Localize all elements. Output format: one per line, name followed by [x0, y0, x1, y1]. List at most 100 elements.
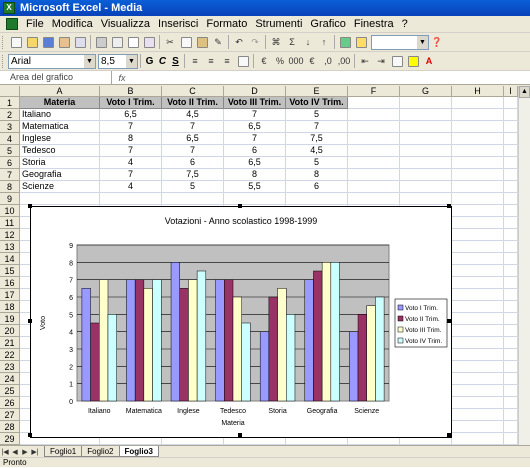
cell-a7[interactable]: Geografia [20, 169, 100, 181]
cell-i19[interactable] [504, 313, 518, 325]
cell-i14[interactable] [504, 253, 518, 265]
cell-e2[interactable]: 5 [286, 109, 348, 121]
cell-c4[interactable]: 6,5 [162, 133, 224, 145]
cell-e7[interactable]: 8 [286, 169, 348, 181]
cell-i12[interactable] [504, 229, 518, 241]
cell-c3[interactable]: 7 [162, 121, 224, 133]
column-header-a[interactable]: A [20, 86, 100, 97]
formula-input[interactable] [132, 71, 530, 84]
merge-center-icon[interactable] [236, 54, 250, 68]
column-header-c[interactable]: C [162, 86, 224, 97]
menu-grafico[interactable]: Grafico [306, 18, 349, 30]
cell-h26[interactable] [452, 397, 504, 409]
cell-h23[interactable] [452, 361, 504, 373]
chevron-down-icon[interactable]: ▼ [84, 54, 95, 68]
row-header-12[interactable]: 12 [0, 229, 20, 241]
chart-area[interactable]: Votazioni - Anno scolastico 1998-1999 0 1 2… [28, 204, 452, 438]
cell-h15[interactable] [452, 265, 504, 277]
row-header-15[interactable]: 15 [0, 265, 20, 277]
open-icon[interactable] [25, 35, 39, 49]
cell-i11[interactable] [504, 217, 518, 229]
cell-f2[interactable] [348, 109, 400, 121]
print-icon[interactable] [94, 35, 108, 49]
cell-h14[interactable] [452, 253, 504, 265]
first-sheet-icon[interactable]: |◀ [0, 448, 10, 456]
cell-a8[interactable]: Scienze [20, 181, 100, 193]
currency-icon[interactable]: € [257, 54, 271, 68]
scroll-up-icon[interactable]: ▲ [519, 86, 530, 98]
cell-g5[interactable] [400, 145, 452, 157]
cell-f8[interactable] [348, 181, 400, 193]
row-header-22[interactable]: 22 [0, 349, 20, 361]
column-header-i[interactable]: I [504, 86, 518, 97]
row-header-20[interactable]: 20 [0, 325, 20, 337]
cell-i17[interactable] [504, 289, 518, 301]
menu-formato[interactable]: Formato [202, 18, 251, 30]
cell-i5[interactable] [504, 145, 518, 157]
euro-icon[interactable]: € [305, 54, 319, 68]
cell-a9[interactable] [20, 193, 100, 205]
cell-h18[interactable] [452, 301, 504, 313]
cell-h2[interactable] [452, 109, 504, 121]
row-header-26[interactable]: 26 [0, 397, 20, 409]
align-center-icon[interactable]: ≡ [204, 54, 218, 68]
cell-i6[interactable] [504, 157, 518, 169]
row-header-25[interactable]: 25 [0, 385, 20, 397]
chart-wizard-icon[interactable] [338, 35, 352, 49]
cell-d3[interactable]: 6,5 [224, 121, 286, 133]
cell-g6[interactable] [400, 157, 452, 169]
menu-modifica[interactable]: Modifica [48, 18, 97, 30]
cell-f9[interactable] [348, 193, 400, 205]
cell-d8[interactable]: 5,5 [224, 181, 286, 193]
sort-ascending-icon[interactable]: ↓ [301, 35, 315, 49]
row-header-5[interactable]: 5 [0, 145, 20, 157]
chevron-down-icon[interactable]: ▼ [126, 54, 137, 68]
paste-icon[interactable] [195, 35, 209, 49]
row-header-4[interactable]: 4 [0, 133, 20, 145]
row-header-17[interactable]: 17 [0, 289, 20, 301]
column-header-e[interactable]: E [286, 86, 348, 97]
cell-i10[interactable] [504, 205, 518, 217]
fill-color-icon[interactable] [406, 54, 420, 68]
cell-i18[interactable] [504, 301, 518, 313]
cell-f1[interactable] [348, 97, 400, 109]
cell-g8[interactable] [400, 181, 452, 193]
cell-h11[interactable] [452, 217, 504, 229]
cell-h4[interactable] [452, 133, 504, 145]
toolbar-grip[interactable] [2, 54, 5, 68]
cell-a5[interactable]: Tedesco [20, 145, 100, 157]
zoom-combo[interactable]: ▼ [371, 34, 429, 50]
align-left-icon[interactable]: ≡ [188, 54, 202, 68]
increase-decimal-icon[interactable]: ,0 [321, 54, 335, 68]
cell-h29[interactable] [452, 433, 504, 445]
row-header-14[interactable]: 14 [0, 253, 20, 265]
bold-button[interactable]: G [143, 56, 156, 67]
cell-d5[interactable]: 6 [224, 145, 286, 157]
cell-c8[interactable]: 5 [162, 181, 224, 193]
cell-d9[interactable] [224, 193, 286, 205]
column-header-f[interactable]: F [348, 86, 400, 97]
row-header-10[interactable]: 10 [0, 205, 20, 217]
cell-h17[interactable] [452, 289, 504, 301]
cell-b8[interactable]: 4 [100, 181, 162, 193]
column-header-g[interactable]: G [400, 86, 452, 97]
cell-i15[interactable] [504, 265, 518, 277]
cell-d7[interactable]: 8 [224, 169, 286, 181]
cell-i9[interactable] [504, 193, 518, 205]
help-icon[interactable]: ❓ [430, 35, 444, 49]
cell-e9[interactable] [286, 193, 348, 205]
chart-resize-handle[interactable] [447, 204, 451, 208]
cell-g9[interactable] [400, 193, 452, 205]
font-color-icon[interactable]: A [422, 54, 436, 68]
chart-resize-handle[interactable] [447, 433, 451, 437]
cell-c6[interactable]: 6 [162, 157, 224, 169]
cell-d6[interactable]: 6,5 [224, 157, 286, 169]
menu-help[interactable]: ? [398, 18, 412, 30]
cell-a6[interactable]: Storia [20, 157, 100, 169]
cell-i20[interactable] [504, 325, 518, 337]
cell-f5[interactable] [348, 145, 400, 157]
cell-c1[interactable]: Voto II Trim. [162, 97, 224, 109]
row-header-27[interactable]: 27 [0, 409, 20, 421]
column-header-d[interactable]: D [224, 86, 286, 97]
last-sheet-icon[interactable]: ▶| [30, 448, 40, 456]
